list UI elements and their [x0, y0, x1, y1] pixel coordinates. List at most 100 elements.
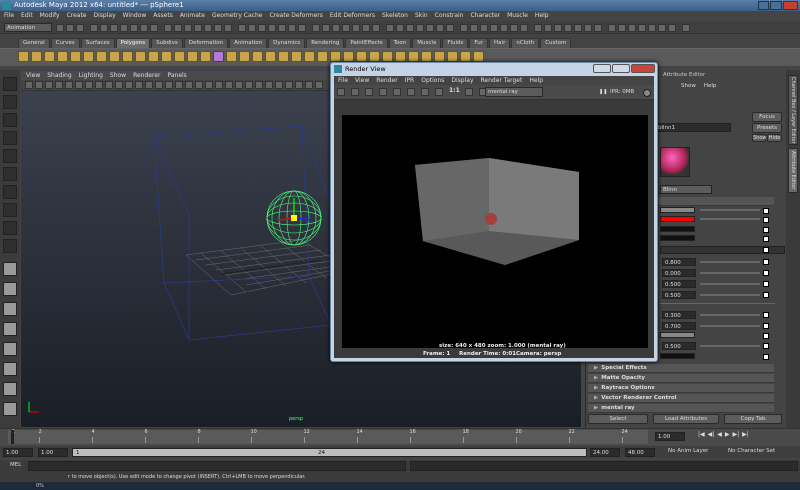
shelf-tool-icon[interactable]	[460, 51, 471, 62]
status-tool-icon[interactable]	[150, 24, 158, 32]
toolbox-tool-icon[interactable]	[3, 302, 17, 316]
status-tool-icon[interactable]	[584, 24, 592, 32]
viewport-tool-icon[interactable]	[115, 81, 123, 89]
shelf-tool-icon[interactable]	[44, 51, 55, 62]
viewport-tool-icon[interactable]	[75, 81, 83, 89]
status-tool-icon[interactable]	[174, 24, 182, 32]
status-tool-icon[interactable]	[322, 24, 330, 32]
viewport-tool-icon[interactable]	[305, 81, 313, 89]
shelf-tab-subdivs[interactable]: Subdivs	[151, 38, 183, 48]
toolbox-tool-icon[interactable]	[3, 77, 17, 91]
attr-value-field[interactable]: 0.800	[662, 258, 696, 266]
map-button-icon[interactable]	[763, 236, 769, 242]
anim-layer-dropdown[interactable]: No Anim Layer	[668, 448, 708, 454]
render-maximize-button[interactable]	[612, 64, 630, 73]
status-tool-icon[interactable]	[648, 24, 656, 32]
shelf-tool-icon[interactable]	[252, 51, 263, 62]
menu-file[interactable]: File	[4, 11, 14, 21]
character-set-dropdown[interactable]: No Character Set	[728, 448, 775, 454]
attr-value-field[interactable]: 0.500	[662, 291, 696, 299]
shelf-tab-hair[interactable]: Hair	[489, 38, 511, 48]
status-tool-icon[interactable]	[490, 24, 498, 32]
shelf-tool-icon[interactable]	[213, 51, 224, 62]
toolbox-tool-icon[interactable]	[3, 131, 17, 145]
status-tool-icon[interactable]	[278, 24, 286, 32]
map-button-icon[interactable]	[763, 333, 769, 339]
viewport-tool-icon[interactable]	[185, 81, 193, 89]
shelf-tool-icon[interactable]	[109, 51, 120, 62]
color-slider[interactable]	[700, 209, 760, 211]
status-tool-icon[interactable]	[56, 24, 64, 32]
playback-start-field[interactable]: 1.00	[38, 448, 68, 457]
toolbox-tool-icon[interactable]	[3, 185, 17, 199]
map-button-icon[interactable]	[763, 281, 769, 287]
status-tool-icon[interactable]	[406, 24, 414, 32]
status-tool-icon[interactable]	[460, 24, 468, 32]
shelf-tool-icon[interactable]	[70, 51, 81, 62]
status-tool-icon[interactable]	[90, 24, 98, 32]
toolbox-tool-icon[interactable]	[3, 262, 17, 276]
toolbox-tool-icon[interactable]	[3, 342, 17, 356]
load-attributes-button[interactable]: Load Attributes	[653, 414, 719, 424]
status-tool-icon[interactable]	[76, 24, 84, 32]
shelf-tool-icon[interactable]	[473, 51, 484, 62]
viewport-tool-icon[interactable]	[155, 81, 163, 89]
status-tool-icon[interactable]	[194, 24, 202, 32]
attr-slider[interactable]	[700, 261, 760, 263]
menu-create[interactable]: Create	[67, 11, 87, 21]
shelf-tool-icon[interactable]	[317, 51, 328, 62]
shelf-tab-dynamics[interactable]: Dynamics	[268, 38, 306, 48]
render-close-button[interactable]	[631, 64, 655, 73]
copy-tab-button[interactable]: Copy Tab	[724, 414, 782, 424]
playback-end-field[interactable]: 24.00	[590, 448, 620, 457]
menu-edit-deformers[interactable]: Edit Deformers	[330, 11, 375, 21]
menu-skin[interactable]: Skin	[415, 11, 428, 21]
attr-value-field[interactable]: 0.500	[662, 280, 696, 288]
section-vector-renderer-control[interactable]: ▶ Vector Renderer Control	[588, 394, 774, 403]
status-tool-icon[interactable]	[140, 24, 148, 32]
pause-icon[interactable]: ❚❚	[599, 89, 607, 95]
attr-value-field[interactable]: 0.700	[662, 322, 696, 330]
render-menu-help[interactable]: Help	[529, 76, 543, 85]
viewport-tool-icon[interactable]	[315, 81, 323, 89]
map-button-icon[interactable]	[763, 259, 769, 265]
toolbox-tool-icon[interactable]	[3, 113, 17, 127]
status-tool-icon[interactable]	[362, 24, 370, 32]
attr-slider[interactable]	[700, 283, 760, 285]
shelf-tool-icon[interactable]	[330, 51, 341, 62]
snapshot-icon[interactable]	[643, 89, 651, 97]
current-time-marker[interactable]	[11, 430, 14, 444]
toolbox-tool-icon[interactable]	[3, 167, 17, 181]
render-tool-icon[interactable]	[465, 88, 473, 96]
color-swatch[interactable]	[660, 207, 695, 213]
status-tool-icon[interactable]	[288, 24, 296, 32]
toolbox-tool-icon[interactable]	[3, 322, 17, 336]
shelf-tool-icon[interactable]	[31, 51, 42, 62]
shelf-tool-icon[interactable]	[447, 51, 458, 62]
viewport-menu-shading[interactable]: Shading	[47, 71, 71, 80]
ratio-label[interactable]: 1:1	[449, 87, 460, 94]
shelf-tab-ncloth[interactable]: nCloth	[511, 38, 540, 48]
viewport-tool-icon[interactable]	[125, 81, 133, 89]
viewport-tool-icon[interactable]	[245, 81, 253, 89]
viewport-tool-icon[interactable]	[285, 81, 293, 89]
status-tool-icon[interactable]	[164, 24, 172, 32]
viewport-tool-icon[interactable]	[175, 81, 183, 89]
viewport-tool-icon[interactable]	[65, 81, 73, 89]
render-menu-file[interactable]: File	[338, 76, 348, 85]
toolbox-tool-icon[interactable]	[3, 221, 17, 235]
render-menu-options[interactable]: Options	[421, 76, 444, 85]
viewport-tool-icon[interactable]	[275, 81, 283, 89]
viewport-tool-icon[interactable]	[35, 81, 43, 89]
map-button-icon[interactable]	[763, 217, 769, 223]
status-tool-icon[interactable]	[258, 24, 266, 32]
status-tool-icon[interactable]	[372, 24, 380, 32]
shelf-tool-icon[interactable]	[174, 51, 185, 62]
range-bar[interactable]: 1 24	[72, 448, 587, 457]
viewport-tool-icon[interactable]	[235, 81, 243, 89]
attr-value-field[interactable]: 0.300	[662, 311, 696, 319]
viewport-tool-icon[interactable]	[205, 81, 213, 89]
toolbox-tool-icon[interactable]	[3, 402, 17, 416]
shelf-tool-icon[interactable]	[135, 51, 146, 62]
show-button[interactable]: Show	[752, 134, 767, 142]
